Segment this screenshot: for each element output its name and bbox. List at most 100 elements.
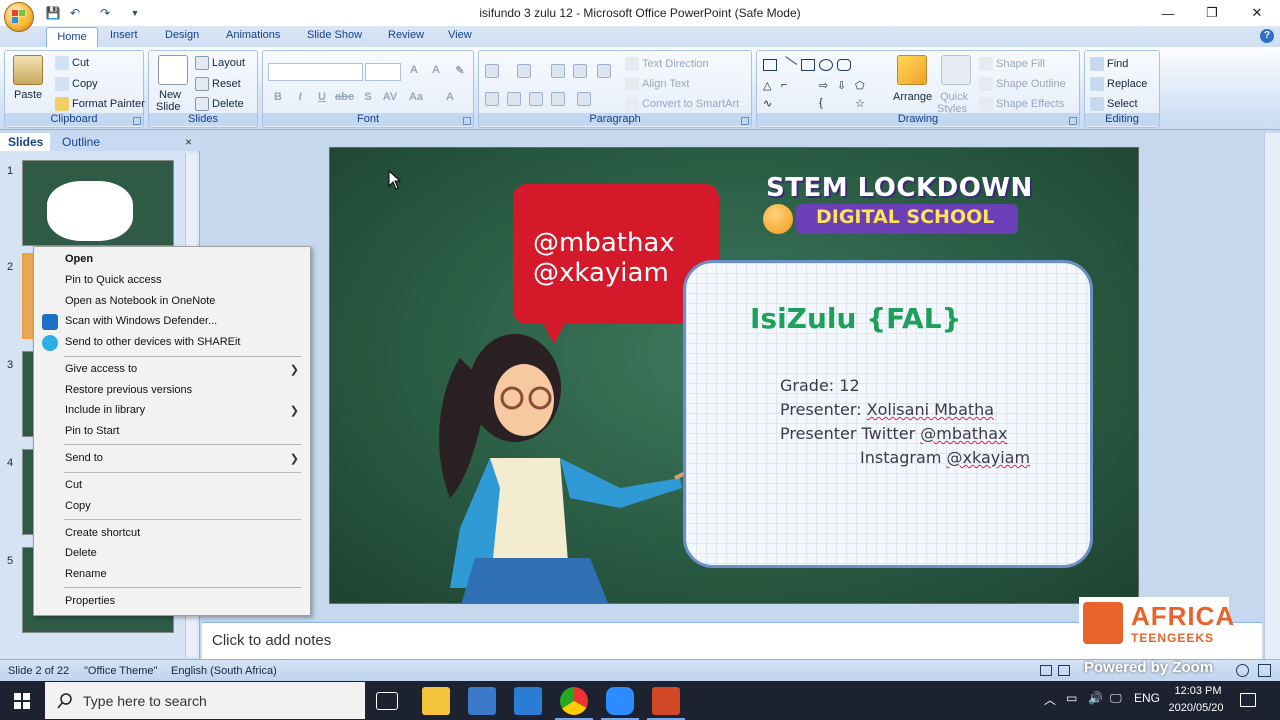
taskbar-search[interactable]: Type here to search — [45, 682, 365, 719]
menu-item-copy[interactable]: Copy — [35, 497, 309, 517]
columns-icon[interactable] — [577, 92, 591, 106]
align-left-icon[interactable] — [485, 92, 499, 106]
tab-design[interactable]: Design — [165, 29, 199, 41]
menu-item-create-shortcut[interactable]: Create shortcut — [35, 524, 309, 544]
convert-smartart-button[interactable]: Convert to SmartArt — [625, 97, 739, 111]
menu-item-properties[interactable]: Properties — [35, 592, 309, 612]
char-spacing-icon[interactable]: AV — [381, 91, 399, 107]
file-explorer-icon[interactable] — [422, 687, 450, 715]
minimize-button[interactable]: — — [1145, 0, 1191, 26]
paragraph-launcher-icon[interactable] — [741, 117, 749, 125]
arrange-icon[interactable] — [897, 55, 927, 85]
shape-effects-button[interactable]: Shape Effects — [979, 97, 1064, 111]
shape-outline-button[interactable]: Shape Outline — [979, 77, 1066, 91]
normal-view-icon[interactable] — [1040, 665, 1052, 676]
decrease-indent-icon[interactable] — [551, 64, 565, 78]
menu-item-include-library[interactable]: Include in library ❯ — [35, 401, 309, 421]
connector-shape-icon[interactable]: ⌐ — [781, 79, 795, 91]
paste-icon[interactable] — [13, 55, 43, 85]
powerpoint-icon[interactable] — [652, 687, 680, 715]
task-view-icon[interactable] — [376, 692, 398, 710]
volume-icon[interactable]: 🔊 — [1088, 691, 1103, 705]
format-painter-button[interactable]: Format Painter — [55, 97, 145, 111]
increase-indent-icon[interactable] — [573, 64, 587, 78]
theme-name[interactable]: "Office Theme" — [84, 665, 157, 677]
slide-thumbnail-1[interactable] — [22, 160, 174, 246]
arrow-shape-icon[interactable]: ⇨ — [819, 79, 833, 92]
align-text-button[interactable]: Align Text — [625, 77, 690, 91]
line-shape-icon[interactable] — [778, 56, 798, 74]
menu-item-open[interactable]: Open — [35, 250, 309, 270]
bullets-icon[interactable] — [485, 64, 499, 78]
font-launcher-icon[interactable] — [463, 117, 471, 125]
start-button[interactable] — [0, 681, 44, 720]
tab-outline[interactable]: Outline — [62, 135, 100, 149]
close-button[interactable]: ✕ — [1234, 0, 1280, 26]
menu-item-pin-quick-access[interactable]: Pin to Quick access — [35, 271, 309, 291]
rectangle2-shape-icon[interactable] — [801, 59, 815, 71]
quick-styles-icon[interactable] — [941, 55, 971, 85]
numbering-icon[interactable] — [517, 64, 531, 78]
menu-item-scan-defender[interactable]: Scan with Windows Defender... — [35, 312, 309, 332]
new-slide-line2[interactable]: Slide — [156, 101, 180, 113]
find-button[interactable]: Find — [1090, 57, 1128, 71]
menu-item-open-onenote[interactable]: Open as Notebook in OneNote — [35, 292, 309, 312]
replace-button[interactable]: Replace — [1090, 77, 1147, 91]
tab-animations[interactable]: Animations — [226, 29, 280, 41]
curve-shape-icon[interactable]: ∿ — [763, 97, 777, 110]
chrome-icon[interactable] — [560, 687, 588, 715]
new-slide-icon[interactable] — [158, 55, 188, 85]
text-direction-button[interactable]: Text Direction — [625, 57, 709, 71]
clipboard-launcher-icon[interactable] — [133, 117, 141, 125]
slide-sorter-icon[interactable] — [1058, 665, 1070, 676]
select-button[interactable]: Select — [1090, 97, 1138, 111]
drawing-launcher-icon[interactable] — [1069, 117, 1077, 125]
bold-icon[interactable]: B — [269, 91, 287, 107]
line-spacing-icon[interactable] — [597, 64, 611, 78]
clock-date[interactable]: 2020/05/20 — [1164, 702, 1228, 714]
justify-icon[interactable] — [551, 92, 565, 106]
menu-item-give-access[interactable]: Give access to ❯ — [35, 360, 309, 380]
help-icon[interactable]: ? — [1260, 29, 1274, 43]
shrink-font-icon[interactable]: A — [427, 64, 445, 80]
menu-item-restore-versions[interactable]: Restore previous versions — [35, 381, 309, 401]
align-right-icon[interactable] — [529, 92, 543, 106]
star-shape-icon[interactable]: ☆ — [855, 97, 869, 110]
pentagon-shape-icon[interactable]: ⬠ — [855, 79, 869, 92]
align-center-icon[interactable] — [507, 92, 521, 106]
menu-item-shareit[interactable]: Send to other devices with SHAREit — [35, 333, 309, 353]
rounded-rect-shape-icon[interactable] — [837, 59, 851, 71]
restore-button[interactable]: ❐ — [1189, 0, 1235, 26]
quick-styles-line1[interactable]: Quick — [940, 91, 968, 103]
paste-button[interactable]: Paste — [14, 89, 42, 101]
office-button[interactable] — [4, 2, 34, 32]
language-status[interactable]: English (South Africa) — [171, 665, 277, 677]
menu-item-send-to[interactable]: Send to ❯ — [35, 449, 309, 469]
menu-item-cut[interactable]: Cut — [35, 476, 309, 496]
font-color-icon[interactable]: A — [441, 91, 459, 107]
battery-icon[interactable]: ▭ — [1066, 691, 1077, 705]
slide-canvas[interactable]: STEM LOCKDOWN DIGITAL SCHOOL @mbathax @x… — [329, 147, 1139, 604]
tab-insert[interactable]: Insert — [110, 29, 138, 41]
copy-button[interactable]: Copy — [55, 77, 98, 91]
brace-shape-icon[interactable]: { — [819, 97, 833, 109]
zoom-in-icon[interactable] — [1236, 664, 1249, 677]
oval-shape-icon[interactable] — [819, 59, 833, 71]
menu-item-pin-start[interactable]: Pin to Start — [35, 422, 309, 442]
triangle-shape-icon[interactable]: △ — [763, 79, 777, 92]
zoom-app-icon[interactable] — [606, 687, 634, 715]
shape-fill-button[interactable]: Shape Fill — [979, 57, 1045, 71]
tab-slides[interactable]: Slides — [0, 133, 50, 151]
font-size-combo[interactable] — [365, 63, 401, 81]
arrange-button[interactable]: Arrange — [893, 91, 932, 103]
cut-button[interactable]: Cut — [55, 56, 89, 70]
notifications-icon[interactable] — [1240, 693, 1256, 707]
input-language[interactable]: ENG — [1134, 691, 1160, 705]
strikethrough-icon[interactable]: abc — [335, 91, 354, 107]
layout-button[interactable]: Layout — [195, 56, 245, 70]
rectangle-shape-icon[interactable] — [763, 59, 777, 71]
menu-item-delete[interactable]: Delete — [35, 544, 309, 564]
fit-slide-icon[interactable] — [1258, 664, 1271, 677]
tab-home[interactable]: Home — [46, 27, 98, 48]
change-case-icon[interactable]: Aa — [407, 91, 425, 107]
